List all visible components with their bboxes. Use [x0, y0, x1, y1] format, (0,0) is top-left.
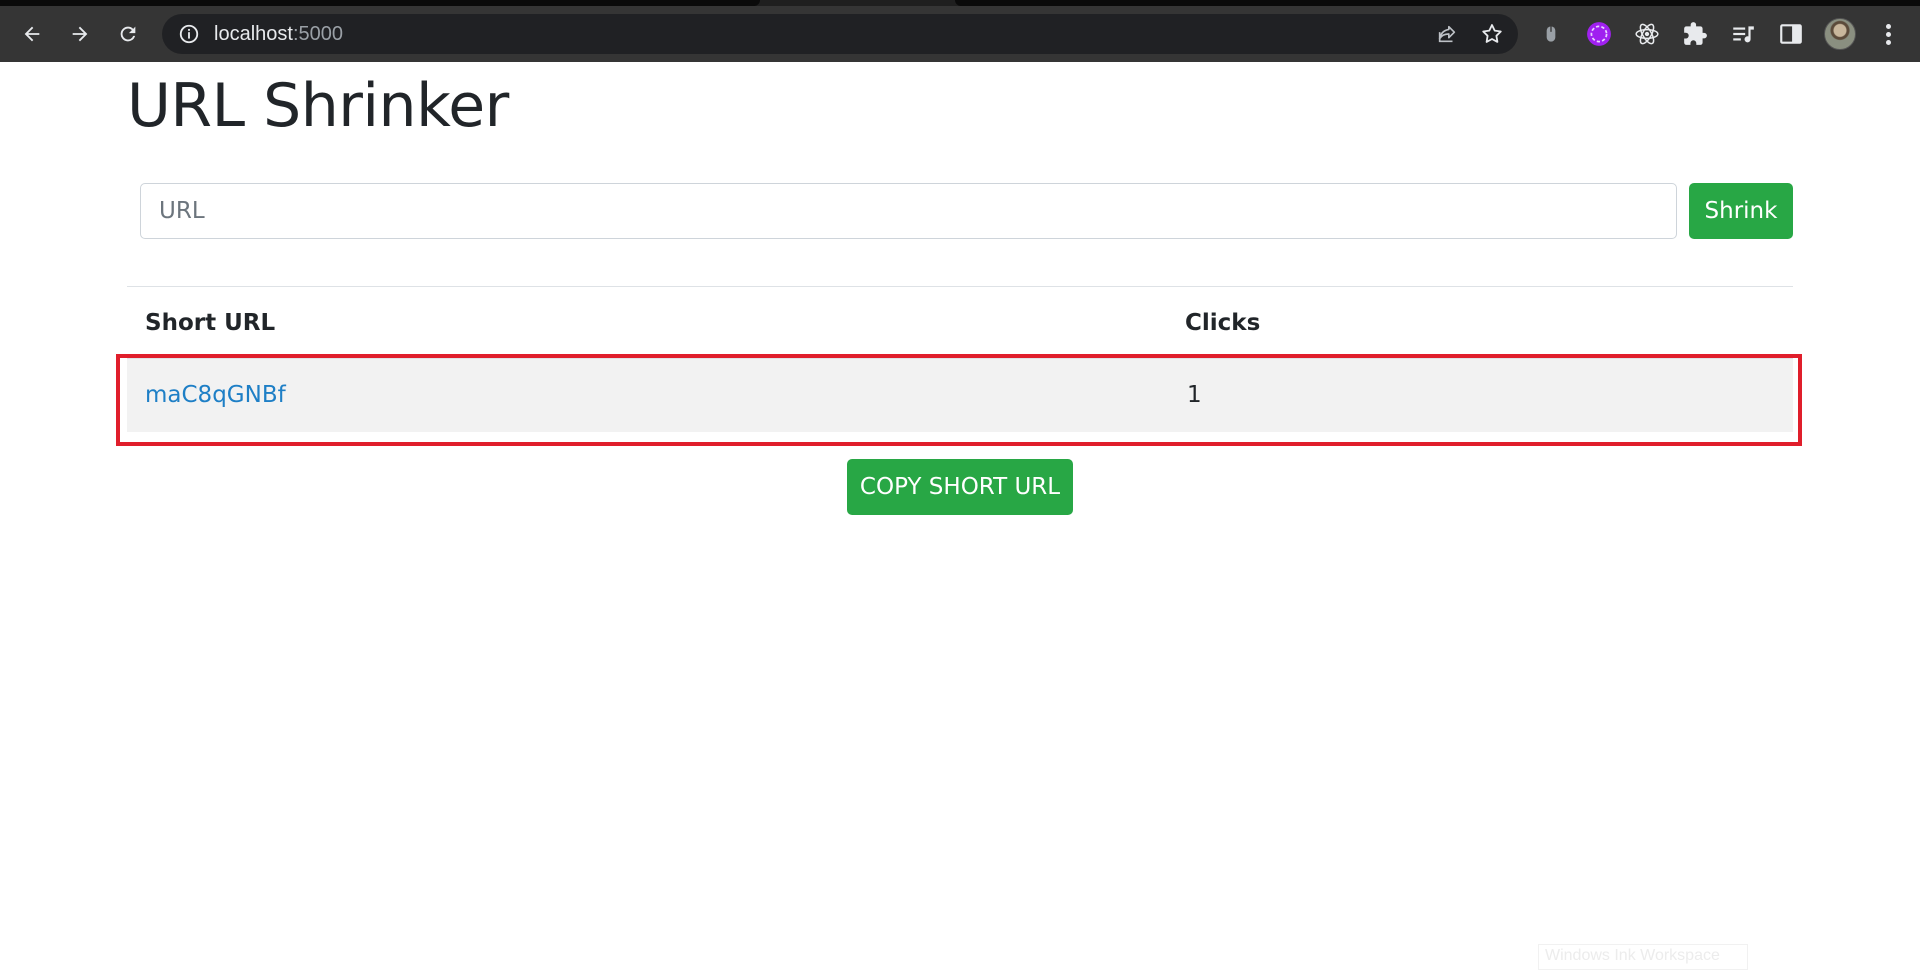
mouse-extension-icon[interactable]	[1535, 18, 1567, 50]
forward-button[interactable]	[62, 16, 98, 52]
address-url[interactable]: localhost:5000	[214, 24, 343, 44]
browser-toolbar: localhost:5000	[0, 6, 1920, 62]
react-devtools-icon[interactable]	[1631, 18, 1663, 50]
side-panel-icon[interactable]	[1775, 18, 1807, 50]
back-button[interactable]	[14, 16, 50, 52]
reload-button[interactable]	[110, 16, 146, 52]
back-arrow-icon	[24, 26, 40, 42]
url-input[interactable]	[140, 183, 1677, 239]
media-queue-icon[interactable]	[1727, 18, 1759, 50]
copy-short-url-button[interactable]: COPY SHORT URL	[847, 459, 1073, 515]
short-url-link[interactable]: maC8qGNBf	[145, 382, 286, 408]
page-title: URL Shrinker	[127, 71, 509, 141]
page-content: URL Shrinker Shrink Short URL Clicks maC…	[0, 62, 1920, 975]
purple-extension-icon[interactable]	[1583, 18, 1615, 50]
address-bar[interactable]: localhost:5000	[162, 14, 1518, 54]
profile-avatar[interactable]	[1824, 18, 1856, 50]
column-header-short-url: Short URL	[145, 310, 276, 336]
shrink-button[interactable]: Shrink	[1689, 183, 1793, 239]
url-host: localhost	[214, 23, 293, 45]
os-watermark: Windows Ink Workspace	[1538, 944, 1748, 970]
click-count: 1	[1187, 382, 1202, 408]
bookmark-star-icon[interactable]	[1480, 22, 1504, 46]
column-header-clicks: Clicks	[1185, 310, 1261, 336]
site-info-icon[interactable]	[178, 23, 200, 45]
url-port: :5000	[292, 23, 343, 45]
extensions-puzzle-icon[interactable]	[1679, 18, 1711, 50]
browser-menu-icon[interactable]	[1872, 18, 1904, 50]
forward-arrow-icon	[72, 26, 88, 42]
share-icon[interactable]	[1436, 23, 1458, 45]
table-row: maC8qGNBf 1	[127, 358, 1793, 432]
table-top-border	[127, 286, 1793, 287]
reload-icon	[120, 26, 136, 42]
